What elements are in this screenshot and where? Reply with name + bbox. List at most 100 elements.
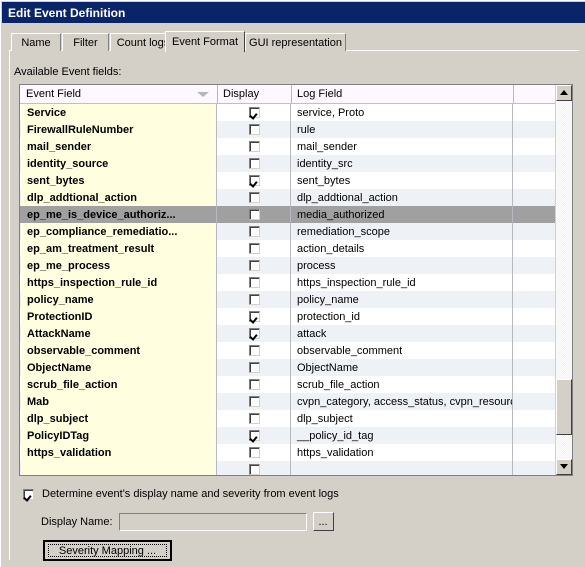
cell-event-field: sent_bytes [21,172,217,189]
display-checkbox[interactable] [248,379,260,390]
table-row[interactable]: AttackName attack [20,325,557,342]
table-row[interactable]: FirewallRuleNumber rule [20,121,557,138]
table-row[interactable]: scrub_file_action scrub_file_action [20,376,557,393]
cell-display[interactable] [218,325,291,342]
cell-display[interactable] [218,274,291,291]
table-row[interactable]: PolicyIDTag __policy_id_tag [20,427,557,444]
column-header-log-field[interactable]: Log Field [292,85,514,103]
cell-display[interactable] [218,155,291,172]
cell-extra [514,104,557,121]
table-row[interactable]: policy_name policy_name [20,291,557,308]
table-row[interactable]: ep_me_is_device_authoriz... media_authori… [20,206,557,223]
cell-display[interactable] [218,206,291,223]
column-header-display[interactable]: Display [218,85,292,103]
cell-display[interactable] [218,240,291,257]
cell-display[interactable] [218,359,291,376]
tab-event-format[interactable]: Event Format [165,31,245,52]
cell-extra [514,393,557,410]
display-checkbox[interactable] [248,192,260,203]
table-row[interactable]: Mab cvpn_category, access_status, cvpn_re… [20,393,557,410]
display-checkbox[interactable] [248,124,260,135]
tab-filter-label: Filter [73,36,98,49]
cell-display[interactable] [218,223,291,240]
table-row[interactable]: identity_source identity_src [20,155,557,172]
event-fields-listview[interactable]: Event Field Display Log Field Service ser… [19,84,573,476]
listview-content: Event Field Display Log Field Service ser… [20,85,557,475]
cell-display[interactable] [218,257,291,274]
display-checkbox[interactable] [248,362,260,373]
cell-extra [514,155,557,172]
cell-event-field [21,461,217,475]
edit-event-definition-dialog: Edit Event Definition Name Filter Count … [0,0,585,567]
display-checkbox[interactable] [248,311,260,322]
display-checkbox[interactable] [248,430,260,441]
display-name-input[interactable] [118,512,307,531]
tab-filter[interactable]: Filter [62,33,109,51]
table-row[interactable]: ep_me_process process [20,257,557,274]
cell-display[interactable] [218,172,291,189]
determine-from-logs-row[interactable]: Determine event's display name and sever… [23,488,339,500]
table-row[interactable]: ProtectionID protection_id [20,308,557,325]
table-row[interactable]: Service service, Proto [20,104,557,121]
tab-gui-representation[interactable]: GUI representation [245,33,346,51]
cell-log-field: observable_comment [292,342,513,359]
scrollbar-thumb[interactable] [556,379,572,435]
display-checkbox[interactable] [248,413,260,424]
vertical-scrollbar[interactable] [555,85,572,475]
cell-display[interactable] [218,427,291,444]
table-row[interactable] [20,461,557,475]
display-checkbox[interactable] [248,209,260,220]
table-row[interactable]: dlp_subject dlp_subject [20,410,557,427]
scroll-up-button[interactable] [556,85,572,101]
cell-display[interactable] [218,308,291,325]
tab-name[interactable]: Name [11,33,61,51]
cell-display[interactable] [218,342,291,359]
table-row[interactable]: observable_comment observable_comment [20,342,557,359]
display-name-browse-button[interactable]: ... [312,512,334,531]
column-header-extra[interactable] [514,85,557,103]
cell-extra [514,325,557,342]
cell-log-field: service, Proto [292,104,513,121]
display-checkbox[interactable] [248,260,260,271]
listview-rows: Service service, Proto FirewallRuleNumber r… [20,104,557,475]
display-checkbox[interactable] [248,447,260,458]
determine-from-logs-checkbox[interactable] [23,488,34,500]
table-row[interactable]: https_validation https_validation [20,444,557,461]
table-row[interactable]: sent_bytes sent_bytes [20,172,557,189]
column-header-event-field[interactable]: Event Field [21,85,218,103]
cell-display[interactable] [218,393,291,410]
scroll-down-button[interactable] [556,459,572,475]
determine-from-logs-label: Determine event's display name and sever… [42,488,339,500]
cell-display[interactable] [218,189,291,206]
cell-display[interactable] [218,444,291,461]
display-checkbox[interactable] [248,464,260,475]
display-checkbox[interactable] [248,107,260,118]
display-checkbox[interactable] [248,175,260,186]
table-row[interactable]: ObjectName ObjectName [20,359,557,376]
display-checkbox[interactable] [248,328,260,339]
severity-mapping-button[interactable]: Severity Mapping ... [43,540,172,561]
table-row[interactable]: ep_compliance_remediatio... remediation_s… [20,223,557,240]
display-checkbox[interactable] [248,243,260,254]
table-row[interactable]: https_inspection_rule_id https_inspection… [20,274,557,291]
display-checkbox[interactable] [248,345,260,356]
display-checkbox[interactable] [248,158,260,169]
cell-extra [514,172,557,189]
cell-event-field: ep_me_is_device_authoriz... [21,206,217,223]
table-row[interactable]: ep_am_treatment_result action_details [20,240,557,257]
table-row[interactable]: dlp_addtional_action dlp_addtional_action [20,189,557,206]
cell-display[interactable] [218,461,291,475]
cell-event-field: ObjectName [21,359,217,376]
table-row[interactable]: mail_sender mail_sender [20,138,557,155]
display-checkbox[interactable] [248,141,260,152]
display-checkbox[interactable] [248,294,260,305]
cell-display[interactable] [218,104,291,121]
cell-display[interactable] [218,410,291,427]
cell-display[interactable] [218,291,291,308]
cell-display[interactable] [218,121,291,138]
cell-display[interactable] [218,138,291,155]
display-checkbox[interactable] [248,226,260,237]
display-checkbox[interactable] [248,396,260,407]
display-checkbox[interactable] [248,277,260,288]
cell-display[interactable] [218,376,291,393]
